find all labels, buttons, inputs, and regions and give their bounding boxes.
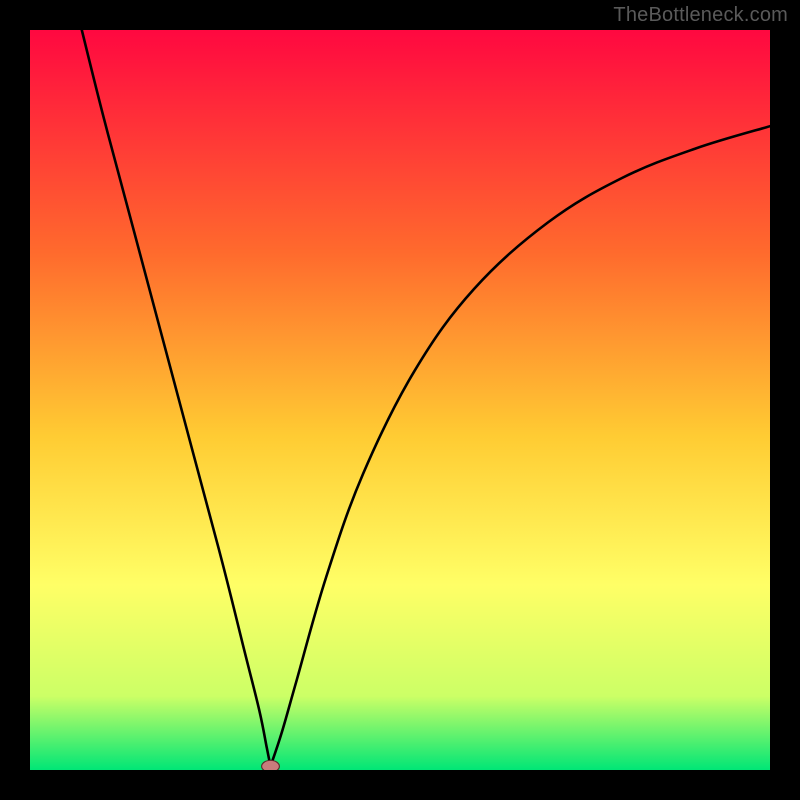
chart-stage: TheBottleneck.com [0, 0, 800, 800]
plot-area [30, 30, 770, 770]
watermark-text: TheBottleneck.com [613, 4, 788, 27]
minimum-marker [262, 760, 280, 770]
gradient-background [30, 30, 770, 770]
chart-svg [30, 30, 770, 770]
